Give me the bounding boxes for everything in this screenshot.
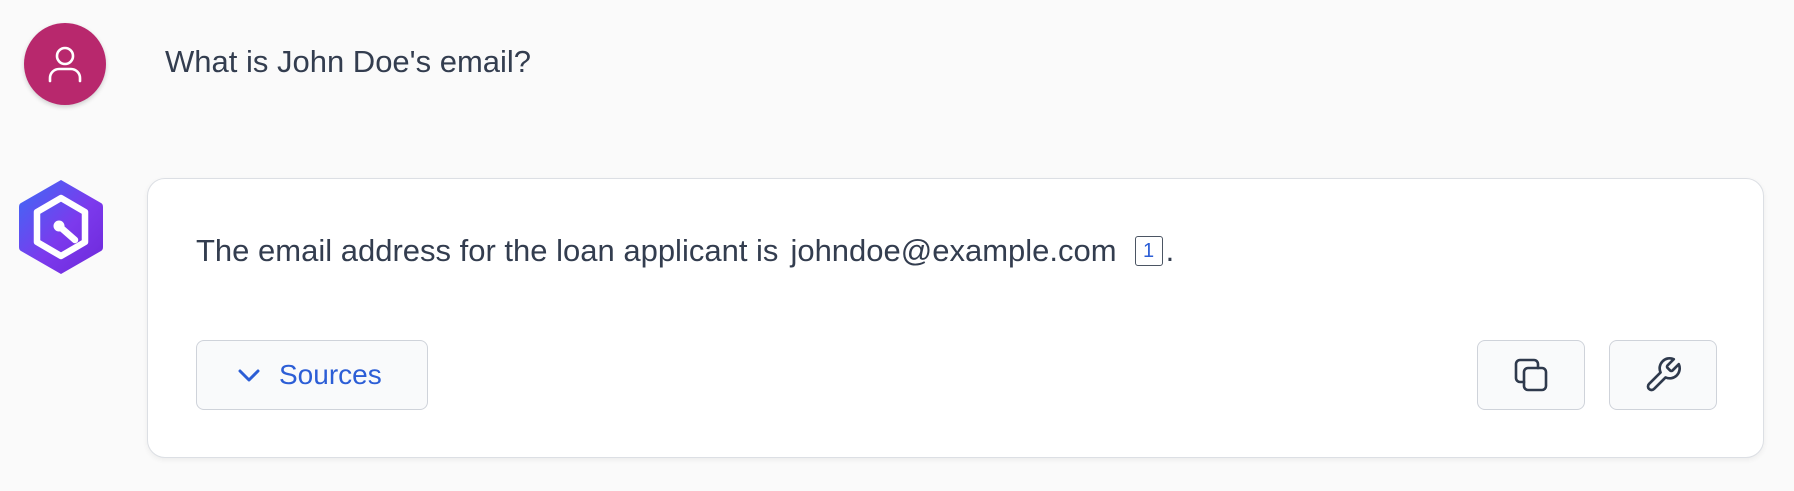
answer-text: The email address for the loan applicant…	[196, 233, 779, 268]
user-avatar	[24, 23, 106, 105]
citation-badge[interactable]: 1	[1134, 236, 1163, 266]
copy-button[interactable]	[1477, 340, 1585, 410]
hexagon-logo-icon	[19, 180, 103, 274]
answer-email: johndoe@example.com	[790, 233, 1117, 268]
assistant-answer-card: The email address for the loan applicant…	[147, 178, 1764, 458]
user-message: What is John Doe's email?	[165, 44, 532, 79]
wrench-icon	[1646, 357, 1681, 392]
answer-suffix: .	[1165, 233, 1175, 268]
assistant-message: The email address for the loan applicant…	[196, 231, 1174, 271]
assistant-avatar	[15, 176, 107, 278]
sources-label: Sources	[279, 359, 382, 390]
sources-button[interactable]: Sources	[196, 340, 428, 410]
copy-icon	[1514, 358, 1548, 392]
tools-button[interactable]	[1609, 340, 1717, 410]
user-icon	[48, 46, 82, 83]
chevron-down-icon	[235, 361, 263, 389]
